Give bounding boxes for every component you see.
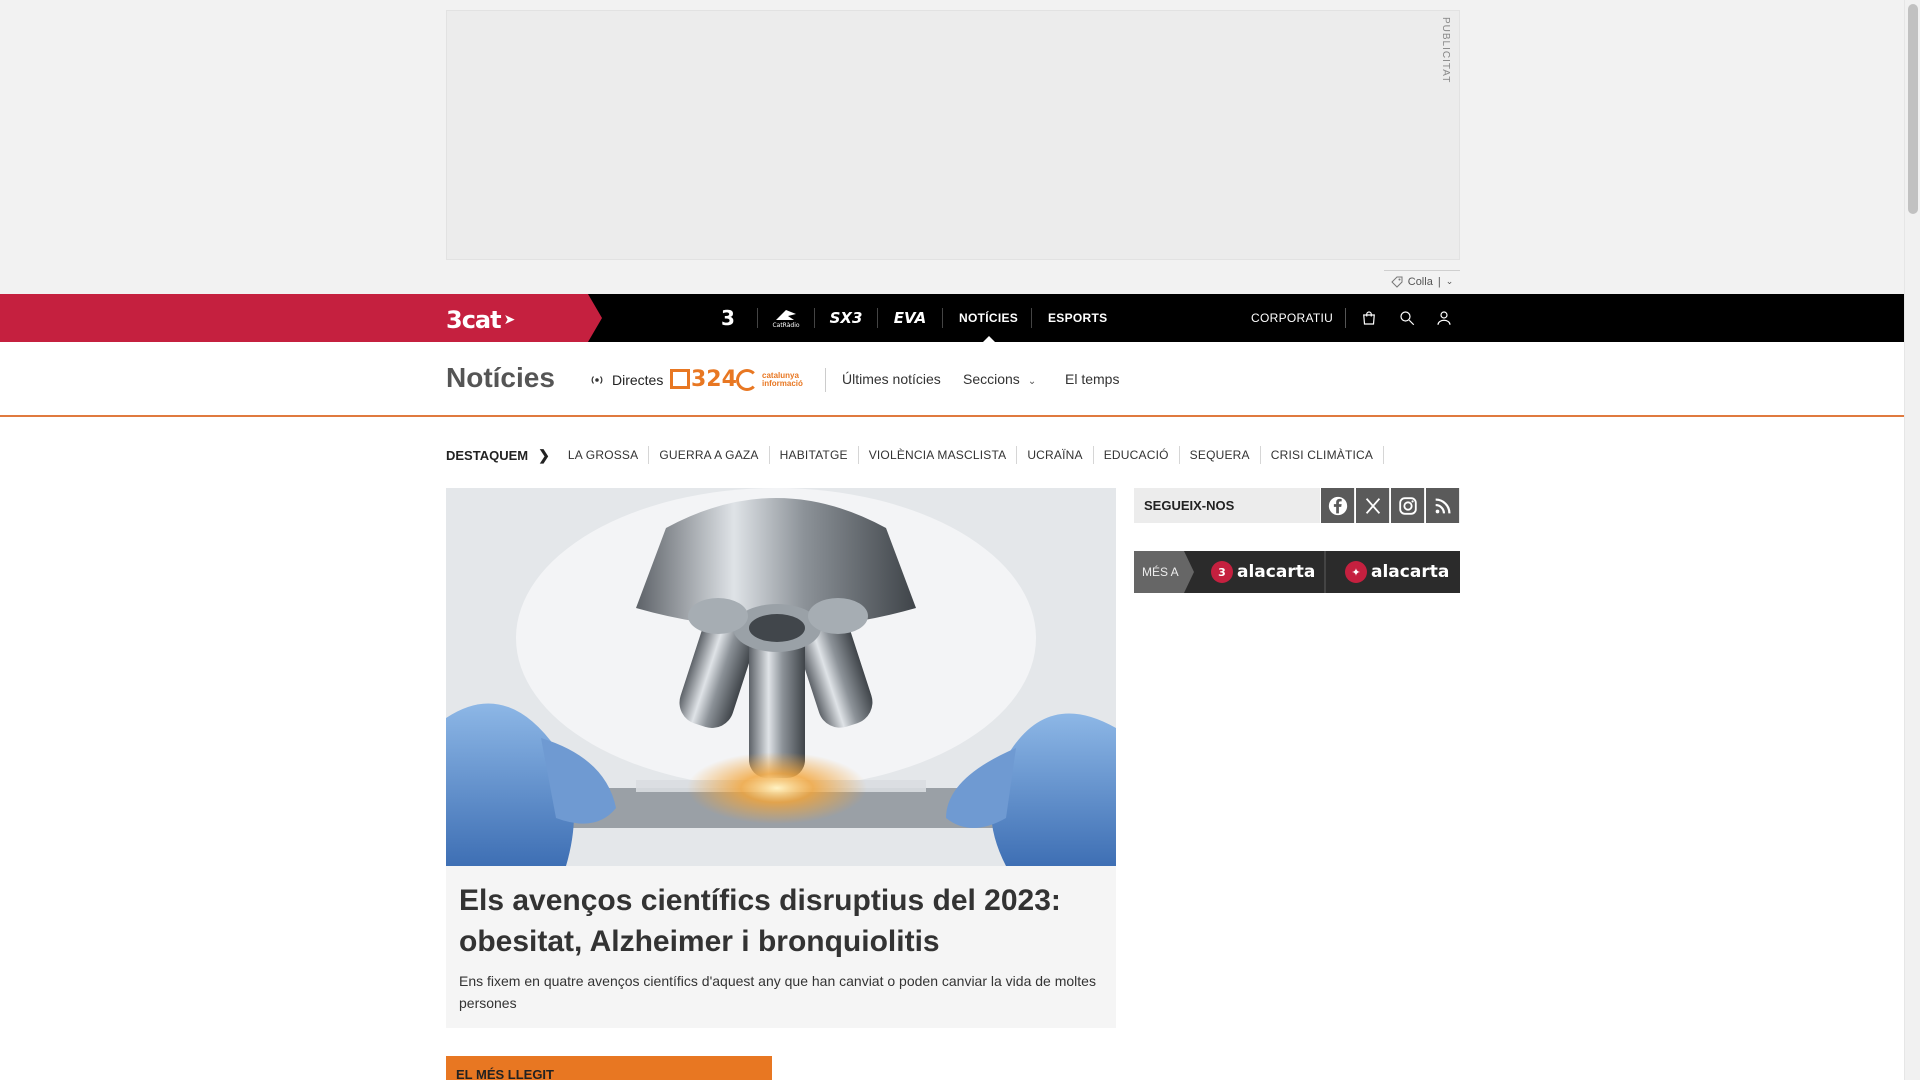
- tag-guerra-a-gaza[interactable]: GUERRA A GAZA: [649, 446, 770, 464]
- channel-sx3[interactable]: SX3: [826, 294, 866, 342]
- seccions-dropdown[interactable]: Seccions ⌄: [963, 342, 1036, 417]
- destaquem-label-text: DESTAQUEM: [446, 447, 529, 463]
- 3cat-logo[interactable]: 3cat ➤: [446, 306, 516, 334]
- brand-name: 3cat: [446, 306, 502, 334]
- tv3-alacarta-label: alacarta: [1237, 562, 1316, 582]
- rss-icon[interactable]: [1425, 488, 1459, 523]
- chevron-down-icon: ⌄: [1027, 376, 1037, 387]
- nav-link-esports-label: ESPORTS: [1048, 311, 1108, 325]
- tag-icon: [1391, 276, 1403, 288]
- ad-collapse-button[interactable]: Colla | ⌄: [1384, 270, 1460, 292]
- channel-catradio[interactable]: CatRàdio: [770, 294, 802, 342]
- top-navigation: 3cat ➤ 3 CatRàdio SX3 EVA NOTÍCIES ESPORT…: [0, 294, 1904, 342]
- arrow-icon: ➤: [503, 312, 516, 328]
- tv3-badge-icon: 3: [1211, 561, 1233, 583]
- catradio-icon: [776, 309, 796, 320]
- logo-324-text: 324: [691, 366, 737, 392]
- divider: [877, 308, 878, 328]
- divider: [1345, 308, 1346, 328]
- x-icon[interactable]: [1355, 488, 1389, 523]
- facebook-icon[interactable]: [1320, 488, 1354, 523]
- ad-label: PUBLICITAT: [1440, 17, 1451, 84]
- channel-sx3-label: SX3: [829, 309, 863, 327]
- follow-us-label: SEGUEIX-NOS: [1144, 498, 1235, 513]
- link-el-temps-label: El temps: [1065, 371, 1120, 387]
- hero-image[interactable]: [446, 488, 1116, 866]
- catalunya-informacio-mark: [736, 369, 758, 391]
- ad-zone: PUBLICITAT Colla | ⌄: [0, 0, 1904, 294]
- tag-crisi-climatica[interactable]: CRISI CLIMÀTICA: [1261, 446, 1385, 464]
- hero-article-card[interactable]: Els avenços científics disruptius del 20…: [446, 866, 1116, 1028]
- tag-sequera[interactable]: SEQUERA: [1180, 446, 1261, 464]
- nav-link-corporatiu[interactable]: CORPORATIU: [1251, 294, 1333, 342]
- channel-tv3[interactable]: 3: [710, 294, 746, 342]
- seccions-label: Seccions: [963, 371, 1020, 387]
- chevron-right-icon: ❯: [538, 446, 550, 463]
- link-ultimes-noticies-label: Últimes notícies: [842, 371, 941, 387]
- page: PUBLICITAT Colla | ⌄ 3cat ➤ 3 CatRàdio SX…: [0, 0, 1920, 1080]
- scrollbar-thumb[interactable]: [1908, 4, 1918, 214]
- destaquem-label: DESTAQUEM ❯: [446, 447, 550, 464]
- live-broadcast-icon: [591, 375, 603, 384]
- tag-ucraina[interactable]: UCRAÏNA: [1017, 446, 1094, 464]
- catradio-alacarta-label: alacarta: [1371, 562, 1450, 582]
- destaquem-bar: DESTAQUEM ❯ LA GROSSA GUERRA A GAZA HABI…: [446, 441, 1385, 469]
- section-header: Notícies Directes 324 catalunya informaci…: [0, 342, 1904, 417]
- nav-link-noticies-label: NOTÍCIES: [959, 311, 1019, 325]
- follow-us-box: SEGUEIX-NOS: [1134, 488, 1460, 523]
- channel-eva-label: EVA: [893, 309, 927, 327]
- divider: [814, 308, 815, 328]
- page-title[interactable]: Notícies: [446, 362, 555, 394]
- directes-link[interactable]: Directes: [590, 342, 663, 417]
- instagram-icon[interactable]: [1390, 488, 1424, 523]
- link-ultimes-noticies[interactable]: Últimes notícies: [842, 342, 941, 417]
- catalunya-informacio-text: catalunya informació: [762, 372, 803, 388]
- channel-tv3-label: 3: [721, 306, 735, 330]
- most-read-header: EL MÉS LLEGIT: [446, 1056, 772, 1080]
- nav-link-noticies[interactable]: NOTÍCIES: [959, 294, 1018, 342]
- page-scrollbar[interactable]: [1904, 0, 1920, 1080]
- catradio-alacarta-link[interactable]: ✦ alacarta: [1345, 551, 1449, 593]
- logo-catalunya-informacio[interactable]: catalunya informació: [736, 368, 803, 392]
- directes-label: Directes: [612, 371, 664, 388]
- logo-324-mark: [670, 369, 690, 389]
- hero-subtitle: Ens fixem en quatre avenços científics d…: [459, 973, 1096, 1011]
- ci-line2: informació: [762, 379, 803, 388]
- divider: [757, 308, 758, 328]
- tag-la-grossa[interactable]: LA GROSSA: [558, 446, 650, 464]
- divider: [942, 308, 943, 328]
- ad-collapse-label: Colla: [1407, 275, 1433, 288]
- mes-a-label: MÉS A: [1134, 551, 1194, 593]
- alacarta-banner: MÉS A 3 alacarta ✦ alacarta: [1134, 551, 1460, 593]
- divider: [1031, 308, 1032, 328]
- most-read-label: EL MÉS LLEGIT: [456, 1067, 554, 1080]
- microscope-photo: [446, 488, 1116, 866]
- tag-violencia-masclista[interactable]: VIOLÈNCIA MASCLISTA: [859, 446, 1018, 464]
- hero-title[interactable]: Els avenços científics disruptius del 20…: [459, 880, 1099, 962]
- logo-324[interactable]: 324: [670, 366, 737, 392]
- separator: |: [1437, 275, 1441, 288]
- nav-link-esports[interactable]: ESPORTS: [1048, 294, 1107, 342]
- shopping-bag-icon[interactable]: [1357, 306, 1381, 330]
- tag-educacio[interactable]: EDUCACIÓ: [1094, 446, 1180, 464]
- search-icon[interactable]: [1395, 306, 1419, 330]
- tv3-alacarta-link[interactable]: 3 alacarta: [1211, 551, 1315, 593]
- chevron-down-icon: ⌄: [1445, 276, 1454, 286]
- user-icon[interactable]: [1432, 306, 1456, 330]
- catradio-badge-icon: ✦: [1345, 561, 1367, 583]
- channel-eva[interactable]: EVA: [890, 294, 930, 342]
- divider: [1324, 551, 1326, 593]
- divider: [825, 368, 826, 392]
- ad-banner[interactable]: PUBLICITAT: [446, 10, 1460, 260]
- channel-catradio-label: CatRàdio: [772, 321, 800, 329]
- link-el-temps[interactable]: El temps: [1065, 342, 1119, 417]
- tag-habitatge[interactable]: HABITATGE: [770, 446, 859, 464]
